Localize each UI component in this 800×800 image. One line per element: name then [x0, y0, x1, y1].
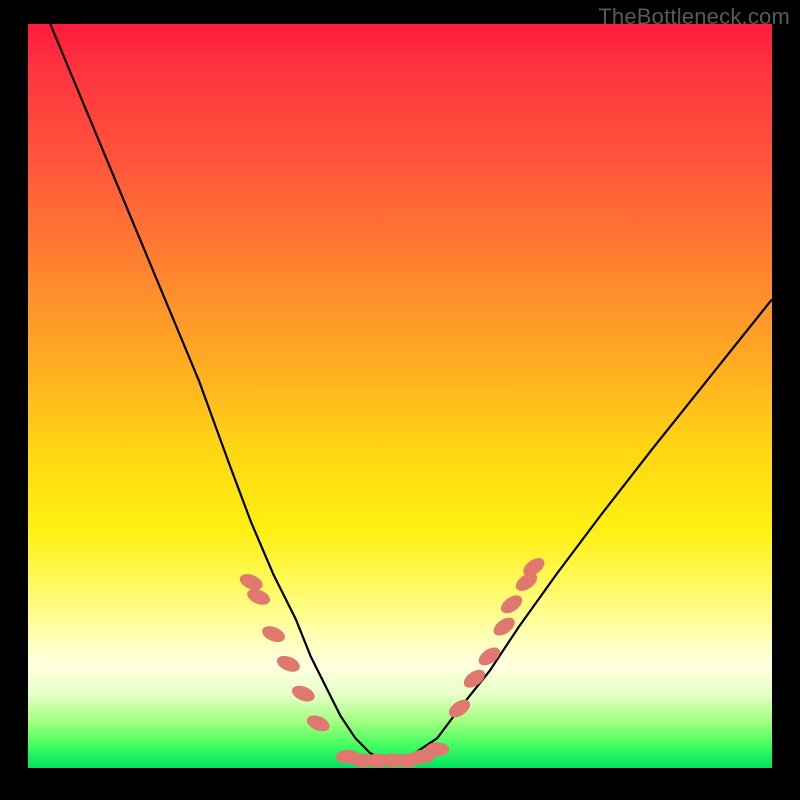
- curve-marker: [304, 712, 331, 734]
- curve-marker: [237, 571, 264, 593]
- curve-marker: [498, 592, 526, 617]
- curve-marker: [446, 696, 474, 721]
- watermark-text: TheBottleneck.com: [598, 4, 790, 30]
- curve-marker: [245, 586, 272, 608]
- curve-marker: [461, 666, 489, 691]
- curve-marker: [520, 554, 548, 579]
- curve-marker: [425, 742, 449, 756]
- bottleneck-curve-path: [50, 24, 772, 761]
- curve-marker: [410, 750, 434, 764]
- curve-marker: [275, 653, 302, 675]
- curve-marker: [366, 754, 390, 768]
- curve-marker: [475, 644, 503, 669]
- plot-area: [28, 24, 772, 768]
- chart-frame: TheBottleneck.com: [0, 0, 800, 800]
- curve-marker: [381, 754, 405, 768]
- curve-marker: [395, 754, 419, 768]
- curve-marker: [290, 683, 317, 705]
- curve-svg: [28, 24, 772, 768]
- curve-marker: [336, 750, 360, 764]
- curve-marker: [513, 569, 541, 594]
- curve-markers: [237, 554, 547, 767]
- curve-marker: [351, 754, 375, 768]
- curve-marker: [490, 614, 518, 639]
- curve-marker: [260, 623, 287, 645]
